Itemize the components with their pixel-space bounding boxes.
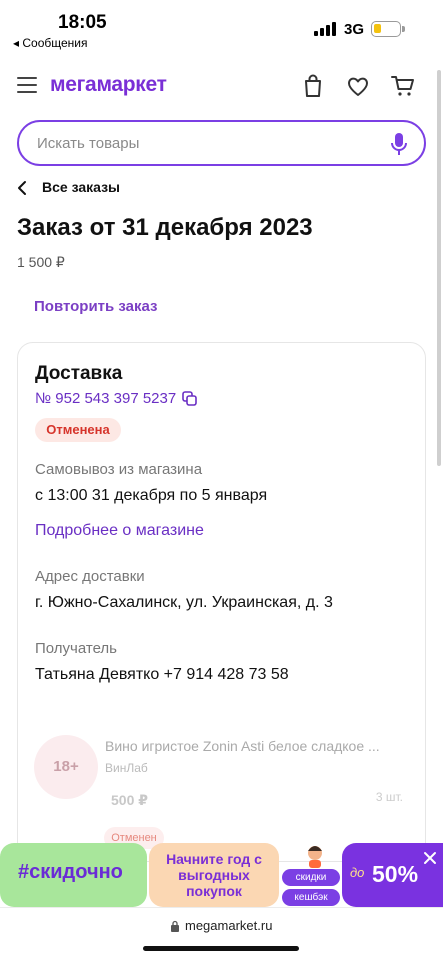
browser-url-bar[interactable]: megamarket.ru bbox=[0, 907, 443, 960]
back-to-messages[interactable]: ◂ Сообщения bbox=[13, 36, 87, 50]
url-text[interactable]: megamarket.ru bbox=[185, 918, 272, 933]
lock-icon bbox=[171, 920, 179, 932]
order-amount: 1 500 ₽ bbox=[17, 254, 65, 270]
pickup-time: с 13:00 31 декабря по 5 января bbox=[35, 487, 268, 504]
product-price: 500 ₽ bbox=[111, 792, 148, 808]
breadcrumb-label[interactable]: Все заказы bbox=[42, 179, 120, 195]
pill-discounts: скидки bbox=[282, 869, 340, 886]
promo-percent: 50% bbox=[372, 861, 419, 887]
scrollbar[interactable] bbox=[437, 70, 441, 466]
promo-green-tile[interactable]: #скидочно bbox=[0, 843, 147, 907]
delivery-number[interactable]: № 952 543 397 5237 bbox=[35, 390, 176, 407]
network-type: 3G bbox=[344, 21, 365, 38]
recipient-value: Татьяна Девятко +7 914 428 73 58 bbox=[35, 666, 289, 683]
microphone-icon[interactable] bbox=[388, 131, 410, 157]
search-bar[interactable]: Искать товары bbox=[17, 120, 426, 166]
promo-hashtag: #скидочно bbox=[18, 861, 123, 883]
status-bar: 18:05 ◂ Сообщения 3G bbox=[0, 0, 443, 56]
search-input[interactable]: Искать товары bbox=[37, 135, 139, 152]
chevron-left-icon bbox=[18, 181, 26, 195]
pill-cashback: кешбэк bbox=[282, 889, 340, 906]
copy-icon[interactable] bbox=[182, 391, 197, 406]
address-value: г. Южно-Сахалинск, ул. Украинская, д. 3 bbox=[35, 594, 333, 611]
battery-icon bbox=[371, 21, 405, 37]
recipient-label: Получатель bbox=[35, 640, 117, 657]
site-header: мегамаркет bbox=[0, 64, 443, 110]
promo-text: Начните год с выгодных покупок bbox=[166, 851, 262, 899]
character-icon bbox=[308, 846, 322, 868]
product-quantity: 3 шт. bbox=[375, 790, 403, 804]
close-icon[interactable] bbox=[423, 851, 437, 865]
store-details-link[interactable]: Подробнее о магазине bbox=[35, 522, 204, 540]
status-badge: Отменена bbox=[35, 418, 121, 442]
promo-prefix: до bbox=[350, 865, 365, 880]
promo-banner[interactable]: #скидочно Начните год с выгодных покупок… bbox=[0, 843, 443, 907]
promo-illustration: скидки кешбэк bbox=[280, 843, 344, 907]
page-title: Заказ от 31 декабря 2023 bbox=[17, 214, 313, 241]
promo-orange-tile[interactable]: Начните год с выгодных покупок bbox=[149, 843, 279, 907]
delivery-heading: Доставка bbox=[35, 363, 123, 384]
signal-icon bbox=[314, 22, 336, 36]
status-time: 18:05 bbox=[58, 12, 107, 33]
product-shop: ВинЛаб bbox=[105, 761, 148, 775]
delivery-card: Доставка № 952 543 397 5237 Отменена Сам… bbox=[17, 342, 426, 862]
age-restriction-badge: 18+ bbox=[34, 735, 98, 799]
cart-icon[interactable] bbox=[390, 73, 416, 99]
product-name[interactable]: Вино игристое Zonin Asti белое сладкое .… bbox=[105, 738, 410, 754]
bag-icon[interactable] bbox=[300, 73, 326, 99]
address-label: Адрес доставки bbox=[35, 568, 145, 585]
promo-discount-tile[interactable]: до 50% bbox=[342, 843, 443, 907]
pickup-label: Самовывоз из магазина bbox=[35, 461, 203, 478]
home-indicator[interactable] bbox=[143, 946, 299, 951]
logo[interactable]: мегамаркет bbox=[50, 73, 167, 97]
heart-icon[interactable] bbox=[345, 73, 371, 99]
repeat-order-button[interactable]: Повторить заказ bbox=[34, 298, 158, 315]
menu-icon[interactable] bbox=[17, 77, 37, 95]
